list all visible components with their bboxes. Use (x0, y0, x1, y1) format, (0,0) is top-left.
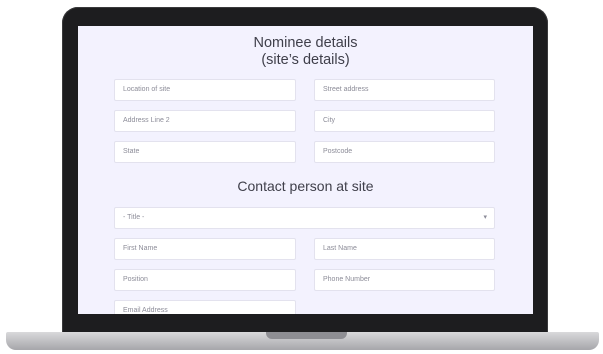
phone-number-field[interactable]: Phone Number (314, 269, 495, 291)
city-field[interactable]: City (314, 110, 495, 132)
state-field[interactable]: State (114, 141, 296, 163)
contact-person-heading: Contact person at site (237, 178, 374, 194)
nominee-heading-line2: (site’s details) (261, 52, 350, 68)
title-select-value: - Title - (123, 214, 145, 221)
position-field[interactable]: Position (114, 269, 296, 291)
nominee-heading-line1: Nominee details (253, 35, 358, 51)
nominee-details-heading: Nominee details (site’s details) (78, 35, 533, 69)
chevron-down-icon: ▾ (483, 214, 487, 221)
first-name-field[interactable]: First Name (114, 238, 296, 260)
street-address-field[interactable]: Street address (314, 79, 495, 101)
title-select[interactable]: - Title - ▾ (114, 207, 495, 229)
location-of-site-field[interactable]: Location of site (114, 79, 296, 101)
last-name-field[interactable]: Last Name (314, 238, 495, 260)
postcode-field[interactable]: Postcode (314, 141, 495, 163)
laptop-base-notch (266, 332, 347, 339)
laptop-screen: Nominee details (site’s details) Locatio… (78, 26, 533, 314)
address-line-2-field[interactable]: Address Line 2 (114, 110, 296, 132)
email-address-field[interactable]: Email Address (114, 300, 296, 314)
